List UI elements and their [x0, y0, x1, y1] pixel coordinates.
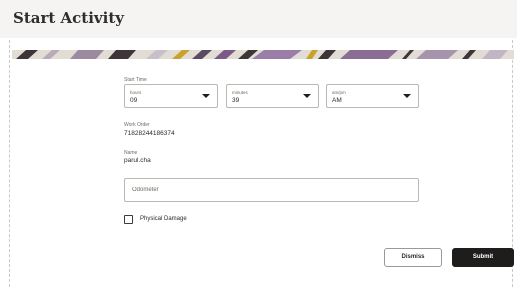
chevron-down-icon — [202, 94, 210, 98]
banner-pattern — [12, 50, 514, 59]
dismiss-button[interactable]: Dismiss — [384, 248, 442, 267]
chevron-down-icon — [403, 94, 411, 98]
work-order-value: 71828244186374 — [124, 130, 175, 137]
decorative-banner — [12, 50, 514, 59]
ampm-select-label: am/pm — [332, 90, 346, 95]
start-activity-dialog: Start Activity Start Time hours 09 minut… — [0, 0, 517, 287]
physical-damage-checkbox[interactable] — [124, 215, 133, 224]
name-label: Name — [124, 150, 138, 156]
left-border — [9, 40, 11, 287]
dialog-header: Start Activity — [0, 0, 517, 38]
minutes-select-label: minutes — [232, 90, 248, 95]
ampm-select[interactable]: am/pm AM — [326, 84, 419, 108]
name-value: parul.cha — [124, 157, 151, 164]
dialog-title: Start Activity — [13, 9, 124, 27]
minutes-select-value: 39 — [232, 97, 240, 104]
work-order-label: Work Order — [124, 122, 150, 128]
minutes-select[interactable]: minutes 39 — [226, 84, 319, 108]
hours-select[interactable]: hours 09 — [124, 84, 218, 108]
physical-damage-label: Physical Damage — [140, 216, 187, 222]
hours-select-value: 09 — [130, 97, 138, 104]
start-time-label: Start Time — [124, 77, 147, 83]
odometer-input[interactable] — [124, 178, 419, 202]
ampm-select-value: AM — [332, 97, 342, 104]
submit-button[interactable]: Submit — [452, 248, 514, 267]
chevron-down-icon — [303, 94, 311, 98]
hours-select-label: hours — [130, 90, 142, 95]
